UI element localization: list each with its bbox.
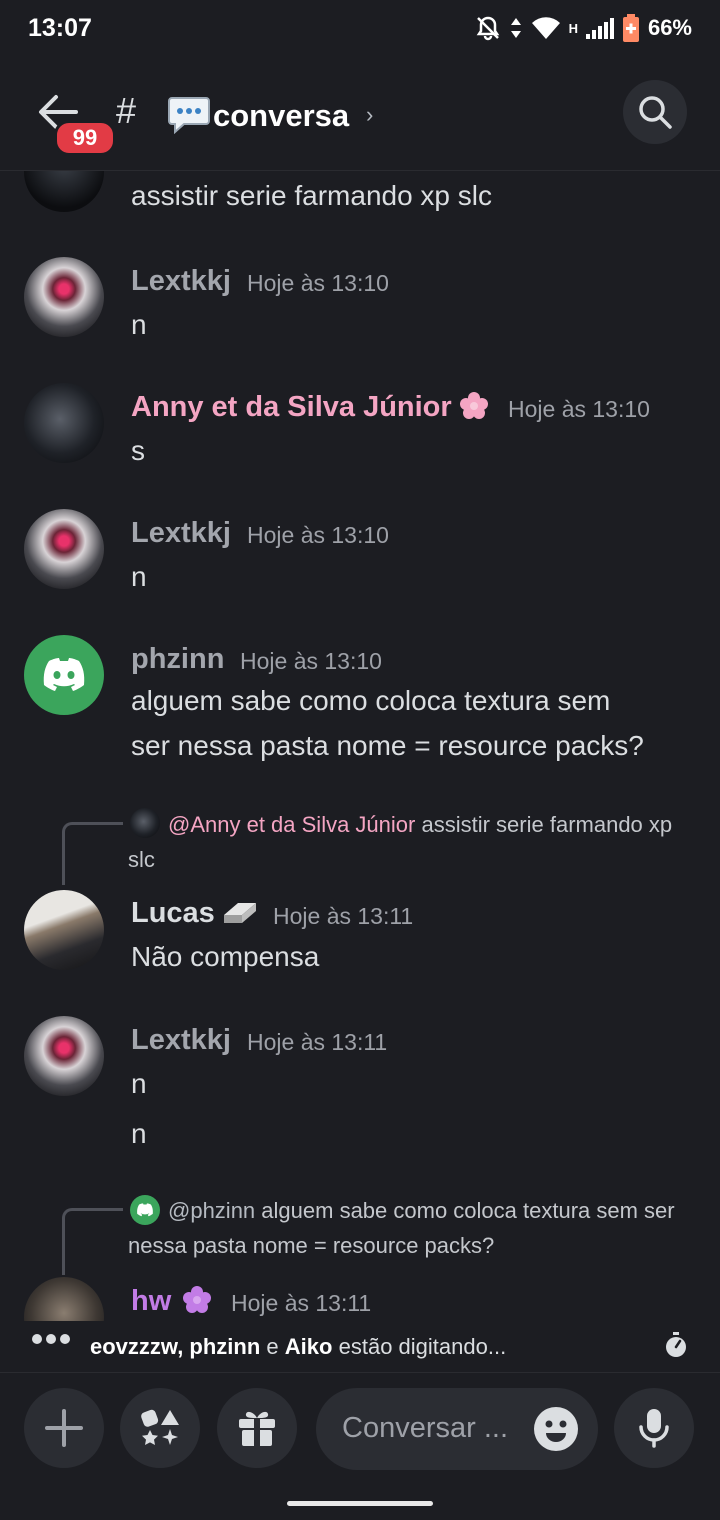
discord-default-avatar[interactable]	[24, 635, 104, 715]
network-type: H	[568, 20, 578, 36]
battery-saver-icon	[622, 14, 640, 42]
flower-role-icon	[182, 1285, 212, 1320]
avatar[interactable]	[24, 509, 104, 589]
status-time: 13:07	[28, 14, 92, 42]
signal-icon	[585, 17, 614, 39]
message-text: n	[131, 561, 147, 592]
voice-message-button[interactable]	[614, 1388, 694, 1468]
message-text: alguem sabe como coloca textura sem	[131, 685, 611, 716]
chevron-right-icon[interactable]: ›	[366, 102, 373, 128]
avatar[interactable]	[24, 1016, 104, 1096]
smiley-icon	[545, 1420, 567, 1442]
typing-indicator: eovzzzw, phzinn e Aiko estão digitando..…	[0, 1322, 720, 1373]
status-icons: H 66%	[475, 14, 692, 42]
username[interactable]: Lextkkj	[131, 265, 231, 298]
timestamp: Hoje às 13:11	[273, 903, 414, 929]
timestamp: Hoje às 13:10	[247, 522, 389, 548]
flower-role-icon	[459, 391, 489, 426]
avatar[interactable]	[24, 1277, 104, 1321]
message-text: n	[131, 309, 147, 340]
avatar[interactable]	[24, 890, 104, 970]
search-button[interactable]	[623, 80, 687, 144]
iron-ingot-icon	[222, 901, 258, 930]
message-list[interactable]: assistir serie farmando xp slc Lextkkj H…	[0, 171, 720, 1321]
reply-connector	[62, 822, 123, 885]
channel-header: 99 # conversa ›	[0, 56, 720, 171]
add-attachment-button[interactable]	[24, 1388, 104, 1468]
message-text: Não compensa	[131, 941, 320, 972]
apps-icon	[141, 1409, 179, 1445]
reply-mention[interactable]: @Anny et da Silva Júnior	[168, 812, 415, 837]
channel-hash-icon: #	[116, 90, 137, 131]
typing-dots-icon	[32, 1334, 70, 1344]
channel-name[interactable]: conversa	[213, 98, 349, 134]
username[interactable]: Lextkkj	[131, 517, 231, 550]
username[interactable]: hw	[131, 1285, 171, 1318]
data-arrows-icon	[509, 16, 523, 40]
battery-level: 66%	[647, 15, 692, 40]
gift-icon	[239, 1411, 275, 1446]
username[interactable]: Anny et da Silva Júnior	[131, 391, 452, 424]
message-text: ser nessa pasta nome = resource packs?	[131, 730, 644, 761]
reply-mention[interactable]: @phzinn	[168, 1198, 255, 1223]
wifi-icon	[531, 16, 561, 40]
mute-bell-icon	[475, 15, 501, 41]
timestamp: Hoje às 13:11	[231, 1290, 372, 1316]
avatar[interactable]	[24, 383, 104, 463]
typing-text: eovzzzw, phzinn e Aiko estão digitando..…	[90, 1334, 507, 1359]
plus-icon	[45, 1409, 83, 1447]
reply-connector	[62, 1208, 123, 1275]
status-bar: 13:07 H 66%	[0, 0, 720, 56]
emoji-button[interactable]	[534, 1407, 578, 1451]
timestamp: Hoje às 13:10	[247, 270, 389, 296]
message-input[interactable]: Conversar ...	[316, 1388, 598, 1470]
slowmode-timer-icon[interactable]	[664, 1332, 688, 1363]
timestamp: Hoje às 13:10	[240, 648, 382, 674]
reply-preview[interactable]: @phzinn alguem sabe como coloca textura …	[128, 1193, 688, 1263]
username[interactable]: Lextkkj	[131, 1024, 231, 1057]
message-text: n	[131, 1118, 147, 1149]
speech-balloon-icon	[168, 96, 210, 135]
message-input-placeholder: Conversar ...	[342, 1412, 508, 1444]
microphone-icon	[639, 1409, 669, 1448]
search-icon	[639, 96, 672, 129]
username[interactable]: phzinn	[131, 643, 224, 676]
gift-button[interactable]	[217, 1388, 297, 1468]
reply-preview[interactable]: @Anny et da Silva Júnior assistir serie …	[128, 807, 688, 877]
unread-badge: 99	[54, 120, 116, 156]
message-text: s	[131, 435, 145, 466]
apps-button[interactable]	[120, 1388, 200, 1468]
message-text: assistir serie farmando xp slc	[131, 180, 493, 211]
message-text: n	[131, 1068, 147, 1099]
timestamp: Hoje às 13:10	[508, 396, 650, 422]
home-indicator[interactable]	[287, 1501, 433, 1506]
avatar[interactable]	[24, 257, 104, 337]
timestamp: Hoje às 13:11	[247, 1029, 388, 1055]
avatar[interactable]	[24, 171, 104, 212]
username[interactable]: Lucas	[131, 897, 215, 930]
